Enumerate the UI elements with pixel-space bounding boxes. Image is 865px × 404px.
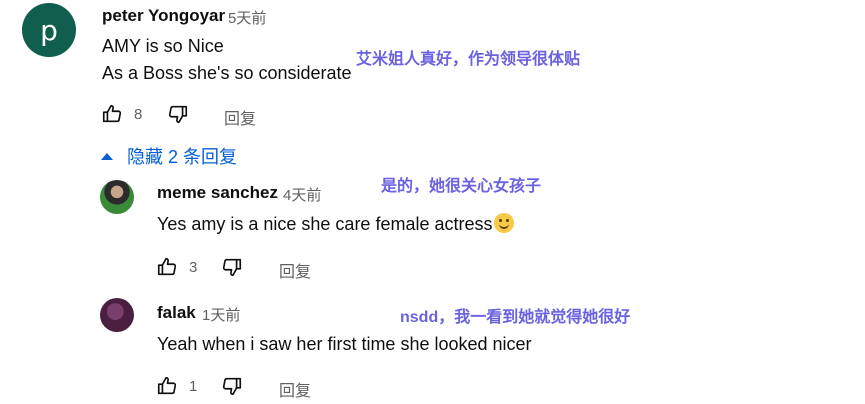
thumbs-down-icon xyxy=(222,258,242,277)
avatar[interactable] xyxy=(100,180,134,214)
thumbs-up-icon xyxy=(157,376,177,395)
comment-author[interactable]: peter Yongoyar xyxy=(102,6,225,26)
reply-text-content: Yes amy is a nice she care female actres… xyxy=(157,214,493,234)
like-count: 3 xyxy=(189,259,198,276)
thumbs-up-icon xyxy=(157,257,177,276)
thumbs-up-icon xyxy=(102,104,122,123)
reply-text: Yes amy is a nice she care female actres… xyxy=(157,211,514,237)
thumbs-down-icon xyxy=(168,105,188,124)
reply-author[interactable]: falak xyxy=(157,303,196,323)
comment-text-line-2: As a Boss she's so considerate xyxy=(102,63,352,83)
reply-timestamp[interactable]: 1天前 xyxy=(202,304,240,325)
comment-text-line-1: AMY is so Nice xyxy=(102,36,224,56)
translation-note: 艾米姐人真好，作为领导很体贴 xyxy=(356,51,581,68)
thumbs-down-icon xyxy=(222,377,242,396)
like-button[interactable] xyxy=(156,256,178,278)
like-button[interactable] xyxy=(156,375,178,397)
hide-replies-label: 隐藏 2 条回复 xyxy=(127,147,238,167)
reply-timestamp[interactable]: 4天前 xyxy=(283,184,321,205)
dislike-button[interactable] xyxy=(167,103,189,125)
like-button[interactable] xyxy=(101,103,123,125)
reply-author[interactable]: meme sanchez xyxy=(157,183,278,203)
smiling-face-emoji-icon xyxy=(493,213,514,233)
reply-button[interactable]: 回复 xyxy=(279,258,311,282)
dislike-button[interactable] xyxy=(221,375,243,397)
translation-note: nsdd，我一看到她就觉得她很好 xyxy=(400,309,631,326)
like-count: 1 xyxy=(189,378,198,395)
like-count: 8 xyxy=(134,106,143,123)
translation-note: 是的，她很关心女孩子 xyxy=(381,178,542,195)
reply-text: Yeah when i saw her first time she looke… xyxy=(157,334,532,354)
avatar[interactable]: p xyxy=(22,3,76,57)
hide-replies-toggle[interactable]: 隐藏 2 条回复 xyxy=(101,143,237,169)
comment-timestamp[interactable]: 5天前 xyxy=(228,7,266,28)
avatar[interactable] xyxy=(100,298,134,332)
caret-up-icon xyxy=(101,152,113,160)
reply-button[interactable]: 回复 xyxy=(279,377,311,401)
dislike-button[interactable] xyxy=(221,256,243,278)
reply-button[interactable]: 回复 xyxy=(224,105,256,129)
